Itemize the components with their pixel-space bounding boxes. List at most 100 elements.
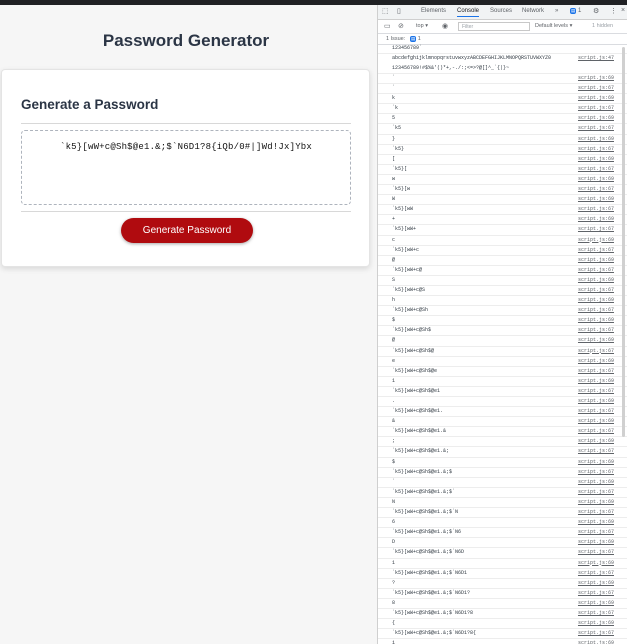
list-item: ` script.js:69	[378, 74, 627, 85]
log-source-link[interactable]: script.js:69	[578, 599, 614, 609]
console-scrollbar[interactable]	[622, 47, 625, 437]
log-source-link[interactable]: script.js:67	[578, 326, 614, 336]
log-source-link[interactable]: script.js:67	[578, 306, 614, 316]
log-source-link[interactable]: script.js:67	[578, 225, 614, 235]
tab-console[interactable]: Console	[457, 8, 480, 17]
log-source-link[interactable]: script.js:69	[578, 458, 614, 468]
log-source-link[interactable]: script.js:69	[578, 175, 614, 185]
list-item: [script.js:69	[378, 155, 627, 165]
log-source-link[interactable]: script.js:69	[578, 397, 614, 407]
log-message: h	[392, 297, 396, 304]
log-message: `k5}[wW+c@Sh$@	[392, 347, 435, 354]
log-source-link[interactable]: script.js:67	[578, 488, 614, 498]
kebab-menu-icon[interactable]: ⋮	[610, 7, 617, 15]
levels-dropdown[interactable]: Default levels ▾	[535, 23, 572, 29]
log-source-link[interactable]: script.js:67	[578, 447, 614, 457]
password-output[interactable]: `k5}[wW+c@Sh$@e1.&;$`N6D1?8{iQb/0#|]Wd!J…	[21, 130, 351, 205]
list-item: `k5} script.js:67	[378, 145, 627, 155]
log-source-link[interactable]: script.js:69	[578, 236, 614, 246]
log-source-link[interactable]: script.js:69	[578, 579, 614, 589]
log-source-link[interactable]: script.js:67	[578, 629, 614, 639]
context-selector[interactable]: top ▾	[416, 23, 428, 29]
log-source-link[interactable]: script.js:69	[578, 256, 614, 266]
log-source-link[interactable]: script.js:69	[578, 276, 614, 286]
log-source-link[interactable]: script.js:67	[578, 165, 614, 175]
device-toolbar-icon[interactable]: ▯	[397, 7, 401, 15]
log-source-link[interactable]: script.js:67	[578, 246, 614, 256]
log-source-link[interactable]: script.js:69	[578, 336, 614, 346]
log-source-link[interactable]: script.js:69	[578, 437, 614, 447]
log-source-link[interactable]: script.js:69	[578, 619, 614, 629]
log-source-link[interactable]: script.js:67	[578, 427, 614, 437]
log-source-link[interactable]: script.js:67	[578, 124, 614, 134]
list-item: + script.js:69	[378, 215, 627, 226]
log-source-link[interactable]: script.js:67	[578, 104, 614, 114]
log-source-link[interactable]: script.js:47	[578, 54, 614, 64]
log-source-link[interactable]: script.js:69	[578, 135, 614, 145]
log-source-link[interactable]: script.js:67	[578, 589, 614, 599]
log-source-link[interactable]: script.js:67	[578, 367, 614, 377]
log-source-link[interactable]: script.js:67	[578, 407, 614, 417]
sidebar-toggle-icon[interactable]: ▭	[384, 22, 391, 30]
log-source-link[interactable]: script.js:67	[578, 347, 614, 357]
clear-console-icon[interactable]: ⊘	[398, 22, 404, 30]
list-item: {script.js:69	[378, 619, 627, 630]
log-message: ;	[392, 438, 396, 445]
log-source-link[interactable]: script.js:67	[578, 548, 614, 558]
log-message: 1	[392, 377, 396, 384]
log-source-link[interactable]: script.js:69	[578, 538, 614, 548]
log-message: &	[392, 418, 396, 425]
filter-input[interactable]: Filter	[458, 22, 530, 31]
log-source-link[interactable]: script.js:67	[578, 387, 614, 397]
log-source-link[interactable]: script.js:67	[578, 508, 614, 518]
log-source-link[interactable]: script.js:67	[578, 266, 614, 276]
messages-badge[interactable]: ▤ 1	[570, 8, 581, 14]
log-source-link[interactable]: script.js:69	[578, 74, 614, 84]
log-source-link[interactable]: script.js:69	[578, 518, 614, 528]
log-source-link[interactable]: script.js:69	[578, 296, 614, 306]
log-source-link[interactable]: script.js:69	[578, 478, 614, 488]
log-source-link[interactable]: script.js:67	[578, 468, 614, 478]
log-source-link[interactable]: script.js:69	[578, 94, 614, 104]
log-source-link[interactable]: script.js:67	[578, 145, 614, 155]
close-icon[interactable]: ×	[621, 7, 625, 14]
log-source-link[interactable]: script.js:69	[578, 377, 614, 387]
eye-icon[interactable]: ◉	[442, 22, 448, 30]
log-source-link[interactable]: script.js:69	[578, 155, 614, 165]
log-source-link[interactable]: script.js:69	[578, 639, 614, 644]
devtools-panel: ⬚ ▯ Elements Console Sources Network » ▤…	[377, 5, 627, 644]
list-item: `k5}[wW+c@Sh$@e1.&; script.js:67	[378, 447, 627, 458]
log-source-link[interactable]: script.js:67	[578, 528, 614, 538]
log-source-link[interactable]: script.js:69	[578, 316, 614, 326]
messages-count: 1	[577, 8, 582, 14]
tab-elements[interactable]: Elements	[421, 8, 446, 14]
log-source-link[interactable]: script.js:67	[578, 185, 614, 195]
log-message: `	[392, 85, 396, 92]
log-source-link[interactable]: script.js:69	[578, 417, 614, 427]
log-source-link[interactable]: script.js:67	[578, 286, 614, 296]
log-source-link[interactable]: script.js:67	[578, 569, 614, 579]
log-source-link[interactable]: script.js:67	[578, 609, 614, 619]
log-source-link[interactable]: script.js:69	[578, 195, 614, 205]
list-item: $ script.js:69	[378, 316, 627, 327]
log-message: `k5}[wW+c@Sh$@e1.&;$`N6D1?8	[392, 609, 474, 616]
log-message: k	[392, 95, 396, 102]
inspect-element-icon[interactable]: ⬚	[382, 7, 389, 15]
more-tabs-icon[interactable]: »	[555, 8, 558, 14]
log-source-link[interactable]: script.js:69	[578, 215, 614, 225]
log-message: `k5}[wW	[392, 206, 414, 213]
generate-password-button[interactable]: Generate Password	[121, 218, 253, 243]
log-source-link[interactable]: script.js:69	[578, 357, 614, 367]
chevron-down-icon: ▾	[425, 23, 428, 29]
tab-sources[interactable]: Sources	[490, 8, 512, 14]
levels-label: Default levels	[535, 23, 569, 29]
log-source-link[interactable]: script.js:67	[578, 205, 614, 215]
gear-icon[interactable]: ⚙	[593, 7, 599, 15]
list-item: k script.js:69	[378, 94, 627, 105]
tab-network[interactable]: Network	[522, 8, 544, 14]
log-source-link[interactable]: script.js:69	[578, 498, 614, 508]
log-source-link[interactable]: script.js:67	[578, 84, 614, 94]
log-source-link[interactable]: script.js:69	[578, 114, 614, 124]
log-source-link[interactable]: script.js:69	[578, 559, 614, 569]
list-item: `k5}[wW+c@Sh$@e1.&;$` script.js:67	[378, 488, 627, 498]
